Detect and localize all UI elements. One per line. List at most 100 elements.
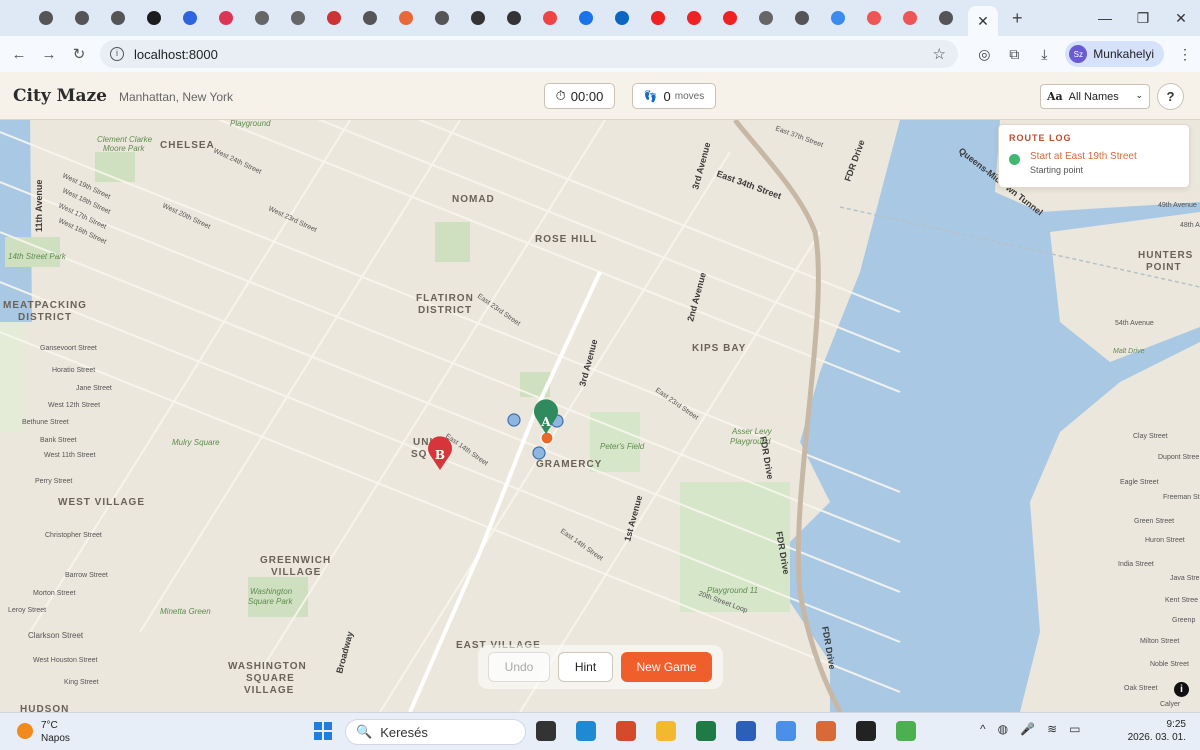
tab-favicon-icon[interactable] [255,11,269,25]
label-clarkson: Clarkson Street [28,631,84,640]
claude-icon[interactable] [816,721,836,741]
tab-favicon-icon[interactable] [615,11,629,25]
tab-favicon-icon[interactable] [183,11,197,25]
windows-taskbar: 7°C Napos 🔍 Keresés ^ ◍ 🎤 ≋ ▭ 9:25 2026.… [0,712,1200,750]
profile-name: Munkahelyi [1093,47,1154,61]
tab-favicon-icon[interactable] [147,11,161,25]
label-greenp: Greenp [1172,617,1195,624]
wifi-icon[interactable]: ≋ [1047,722,1057,736]
bookmark-star-icon[interactable]: ☆ [933,45,946,63]
start-marker-label: A [540,415,551,429]
excel-icon[interactable] [696,721,716,741]
hint-button[interactable]: Hint [558,652,613,682]
minimize-icon[interactable]: — [1086,10,1124,26]
chrome-alt-icon[interactable] [896,721,916,741]
tab-favicon-icon[interactable] [687,11,701,25]
battery-icon[interactable]: ▭ [1069,722,1080,736]
label-dupont: Dupont Stree [1158,454,1199,461]
tab-favicon-icon[interactable] [579,11,593,25]
tab-favicon-icon[interactable] [219,11,233,25]
info-icon[interactable]: i [1174,682,1189,697]
label-leroy: Leroy Street [8,607,46,614]
tab-favicon-icon[interactable] [111,11,125,25]
toolbar-right: ◎ ⧉ ⤓ Sz Munkahelyi ⋮ [969,36,1200,72]
tray-app-icon[interactable]: ◍ [998,722,1008,736]
new-game-button[interactable]: New Game [621,652,712,682]
tab-favicon-icon[interactable] [939,11,953,25]
tab-favicon-icon[interactable] [831,11,845,25]
sun-icon [17,723,33,739]
label-48th-avenue: 48th Avenue [1180,222,1200,229]
browser-tab-bar: ✕ + — ❐ ✕ [0,0,1200,36]
lens-icon[interactable]: ◎ [969,46,999,63]
download-icon[interactable]: ⤓ [1029,46,1059,63]
label-green: Green Street [1134,518,1174,525]
timer: ⏱ 00:00 [544,83,615,109]
extensions-icon[interactable]: ⧉ [999,46,1029,63]
back-icon[interactable]: ← [4,46,34,63]
label-chelsea: CHELSEA [160,140,215,151]
clock-date: 2026. 03. 01. [1127,732,1186,743]
windows-start-icon[interactable] [314,722,332,740]
tab-favicon-icon[interactable] [39,11,53,25]
task-view-icon[interactable] [536,721,556,741]
tab-favicon-icon[interactable] [75,11,89,25]
tab-favicon-icon[interactable] [759,11,773,25]
tab-favicon-icon[interactable] [327,11,341,25]
label-nomad: NOMAD [452,194,495,205]
word-icon[interactable] [736,721,756,741]
file-explorer-icon[interactable] [656,721,676,741]
page-subtitle: Manhattan, New York [118,90,234,104]
tab-favicon-icon[interactable] [543,11,557,25]
undo-button[interactable]: Undo [488,652,550,682]
menu-dots-icon[interactable]: ⋮ [1170,46,1200,63]
weather-desc: Napos [41,733,70,744]
new-tab-icon[interactable]: + [1012,8,1023,29]
route-log-panel: ROUTE LOG Start at East 19th Street Star… [998,124,1190,188]
reload-icon[interactable]: ↻ [64,45,94,63]
clock[interactable]: 9:25 2026. 03. 01. [1124,718,1186,744]
label-gramercy: GRAMERCY [536,459,602,470]
tab-favicon-icon[interactable] [399,11,413,25]
chrome-icon[interactable] [776,721,796,741]
terminal-icon[interactable] [856,721,876,741]
names-select-value: All Names [1068,90,1119,103]
site-info-icon[interactable]: i [110,47,124,61]
route-log-title: ROUTE LOG [1009,133,1072,143]
route-log-entry: Start at East 19th Street Starting point [1009,151,1179,175]
tab-favicon-icon[interactable] [795,11,809,25]
close-window-icon[interactable]: ✕ [1162,10,1200,27]
weather-widget[interactable]: 7°C Napos [17,719,70,745]
profile-button[interactable]: Sz Munkahelyi [1065,41,1164,67]
chevron-up-icon[interactable]: ^ [980,722,986,736]
forward-icon[interactable]: → [34,46,64,63]
label-king: King Street [64,679,99,686]
microphone-icon[interactable]: 🎤 [1020,722,1035,736]
label-barrow: Barrow Street [65,572,108,579]
label-rose-hill: ROSE HILL [535,234,597,245]
chevron-down-icon: ⌄ [1135,90,1143,100]
edge-icon[interactable] [576,721,596,741]
start-dot-icon [1009,154,1020,165]
tab-favicon-icon[interactable] [651,11,665,25]
tab-favicon-icon[interactable] [723,11,737,25]
taskbar-search[interactable]: 🔍 Keresés [345,719,526,745]
street-names-select[interactable]: Aa All Names ⌄ [1040,84,1150,109]
tab-favicon-icon[interactable] [903,11,917,25]
tab-favicon-icon[interactable] [471,11,485,25]
restore-icon[interactable]: ❐ [1124,10,1162,27]
active-tab-close-icon[interactable]: ✕ [968,6,998,36]
tab-favicon-icon[interactable] [867,11,881,25]
url-text: localhost:8000 [134,46,218,62]
font-size-icon: Aa [1047,90,1063,103]
powerpoint-icon[interactable] [616,721,636,741]
tab-favicon-icon[interactable] [291,11,305,25]
label-square-park: Square Park [248,597,293,606]
search-icon: 🔍 [356,724,373,739]
help-button[interactable]: ? [1157,83,1184,110]
label-mulry-square: Mulry Square [172,438,220,447]
tab-favicon-icon[interactable] [507,11,521,25]
address-bar[interactable]: i localhost:8000 ☆ [100,40,958,68]
tab-favicon-icon[interactable] [435,11,449,25]
tab-favicon-icon[interactable] [363,11,377,25]
